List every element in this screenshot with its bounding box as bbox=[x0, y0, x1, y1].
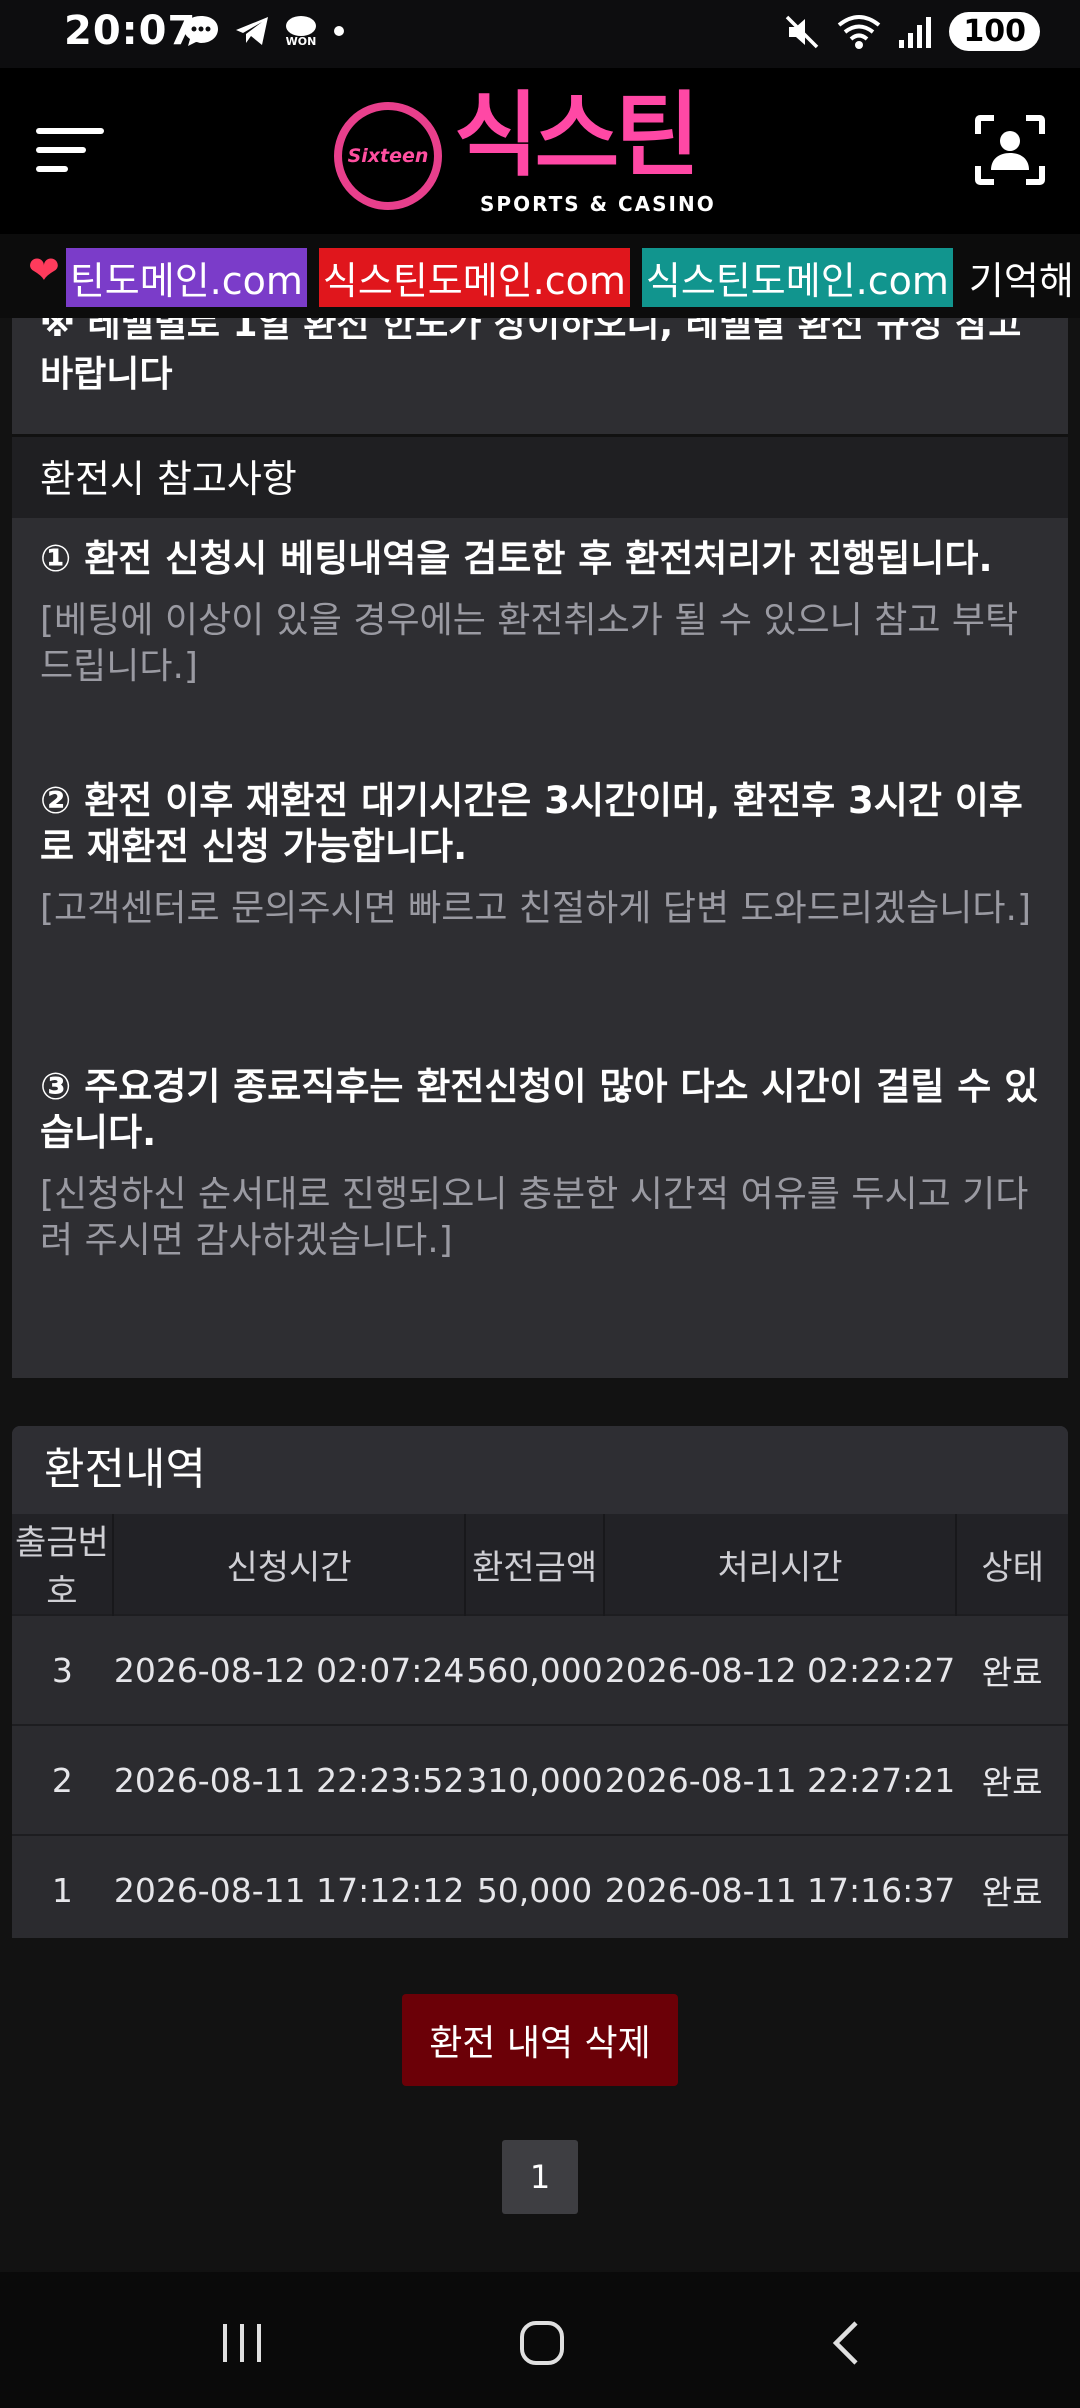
hamburger-icon bbox=[36, 128, 104, 134]
table-header-row: 출금번호 신청시간 환전금액 처리시간 상태 bbox=[12, 1514, 1068, 1615]
marquee-item: 틴도메인.com bbox=[65, 248, 307, 307]
cell-status: 완료 bbox=[956, 1614, 1068, 1725]
level-limit-notice: ※ 레벨별로 1일 환전 한도가 상이하오니, 레벨별 환전 규정 참고바랍니다 bbox=[40, 318, 1022, 395]
notice-section-title: 환전시 참고사항 bbox=[12, 434, 1068, 518]
cell-processed: 2026-08-12 02:22:27 bbox=[603, 1614, 957, 1725]
logo-subtext: SPORTS & CASINO bbox=[480, 192, 716, 216]
back-button[interactable] bbox=[806, 2308, 886, 2378]
table-row: 1 2026-08-11 17:12:12 50,000 2026-08-11 … bbox=[12, 1834, 1068, 1938]
delete-history-button[interactable]: 환전 내역 삭제 bbox=[402, 1994, 678, 2086]
logo-badge-text: Sixteen bbox=[347, 145, 429, 167]
cell-processed: 2026-08-11 22:27:21 bbox=[603, 1724, 957, 1835]
cell-amount: 560,000 bbox=[465, 1614, 604, 1725]
marquee-item: 식스틴도메인.com bbox=[318, 248, 630, 307]
hamburger-line bbox=[36, 147, 86, 153]
hamburger-line bbox=[36, 166, 68, 172]
battery-indicator: 100 bbox=[949, 12, 1040, 51]
table-row: 2 2026-08-11 22:23:52 310,000 2026-08-11… bbox=[12, 1724, 1068, 1835]
column-header: 처리시간 bbox=[603, 1514, 958, 1615]
note-item: ② 환전 이후 재환전 대기시간은 3시간이며, 환전후 3시간 이후로 재환전… bbox=[40, 778, 1050, 932]
cell-status: 완료 bbox=[956, 1724, 1068, 1835]
note-item: ① 환전 신청시 베팅내역을 검토한 후 환전처리가 진행됩니다. [베팅에 이… bbox=[40, 536, 1050, 690]
note-title: ① 환전 신청시 베팅내역을 검토한 후 환전처리가 진행됩니다. bbox=[40, 537, 993, 580]
note-desc: [베팅에 이상이 있을 경우에는 환전취소가 될 수 있으니 참고 부탁드립니다… bbox=[40, 600, 1019, 687]
exchange-history: 환전내역 출금번호 신청시간 환전금액 처리시간 상태 3 2026-08-12… bbox=[12, 1426, 1068, 1938]
cell-amount: 50,000 bbox=[465, 1834, 604, 1938]
site-header: Sixteen 식스틴 SPORTS & CASINO bbox=[0, 68, 1080, 234]
cell-requested: 2026-08-12 02:07:24 bbox=[112, 1614, 466, 1725]
home-button[interactable] bbox=[502, 2308, 582, 2378]
heart-icon: ❤ bbox=[28, 248, 60, 292]
note-desc: [신청하신 순서대로 진행되오니 충분한 시간적 여유를 두시고 기다려 주시면… bbox=[40, 1174, 1029, 1261]
wifi-icon bbox=[838, 14, 881, 49]
profile-scan-button[interactable] bbox=[974, 114, 1046, 186]
note-title: ③ 주요경기 종료직후는 환전신청이 많아 다소 시간이 걸릴 수 있습니다. bbox=[40, 1065, 1039, 1154]
column-header: 출금번호 bbox=[12, 1514, 114, 1615]
logo-text: 식스틴 bbox=[454, 82, 700, 189]
cell-no: 1 bbox=[12, 1834, 113, 1938]
history-table: 출금번호 신청시간 환전금액 처리시간 상태 3 2026-08-12 02:0… bbox=[12, 1514, 1068, 1938]
cell-status: 완료 bbox=[956, 1834, 1068, 1938]
cell-requested: 2026-08-11 17:12:12 bbox=[112, 1834, 466, 1938]
android-nav-bar bbox=[0, 2272, 1080, 2408]
logo-badge: Sixteen bbox=[334, 102, 442, 210]
notification-icons: WON bbox=[182, 14, 346, 48]
column-header: 상태 bbox=[956, 1514, 1068, 1615]
profile-frame-icon bbox=[975, 115, 1045, 185]
cell-amount: 310,000 bbox=[465, 1724, 604, 1835]
won-label: WON bbox=[285, 34, 317, 48]
note-title: ② 환전 이후 재환전 대기시간은 3시간이며, 환전후 3시간 이후로 재환전… bbox=[40, 779, 1023, 868]
telegram-icon bbox=[236, 17, 268, 45]
column-header: 환전금액 bbox=[465, 1514, 605, 1615]
recent-apps-icon bbox=[223, 2324, 261, 2362]
exchange-notice-panel: ※ 레벨별로 1일 환전 한도가 상이하오니, 레벨별 환전 규정 참고바랍니다… bbox=[12, 318, 1068, 1380]
signal-icon bbox=[899, 16, 932, 48]
note-desc: [고객센터로 문의주시면 빠르고 친절하게 답변 도와드리겠습니다.] bbox=[40, 888, 1031, 929]
pagination-page-1[interactable]: 1 bbox=[502, 2140, 578, 2214]
system-status-icons: 100 bbox=[783, 12, 1040, 51]
divider bbox=[12, 1378, 1068, 1380]
cell-no: 3 bbox=[12, 1614, 113, 1725]
status-bar: 20:07 WON 100 bbox=[0, 0, 1080, 68]
history-title: 환전내역 bbox=[12, 1426, 1068, 1514]
marquee-item: 기억해 주세 bbox=[968, 259, 1080, 303]
site-logo[interactable]: Sixteen 식스틴 SPORTS & CASINO bbox=[334, 90, 744, 218]
cell-no: 2 bbox=[12, 1724, 113, 1835]
mute-icon bbox=[786, 15, 819, 48]
cell-processed: 2026-08-11 17:16:37 bbox=[603, 1834, 957, 1938]
table-row: 3 2026-08-12 02:07:24 560,000 2026-08-12… bbox=[12, 1614, 1068, 1725]
chat-bubble-icon bbox=[184, 16, 218, 46]
back-icon bbox=[832, 2321, 858, 2365]
recent-apps-button[interactable] bbox=[202, 2308, 282, 2378]
won-notification-icon: WON bbox=[284, 15, 318, 48]
note-item: ③ 주요경기 종료직후는 환전신청이 많아 다소 시간이 걸릴 수 있습니다. … bbox=[40, 1064, 1050, 1264]
hamburger-menu-button[interactable] bbox=[36, 120, 106, 180]
status-time: 20:07 bbox=[64, 8, 197, 54]
domain-marquee: ❤ 틴도메인.com 식스틴도메인.com 식스틴도메인.com 기억해 주세 bbox=[0, 234, 1080, 318]
dot-icon bbox=[334, 26, 344, 36]
home-icon bbox=[520, 2321, 564, 2365]
marquee-item: 식스틴도메인.com bbox=[641, 248, 953, 307]
column-header: 신청시간 bbox=[112, 1514, 467, 1615]
cell-requested: 2026-08-11 22:23:52 bbox=[112, 1724, 466, 1835]
